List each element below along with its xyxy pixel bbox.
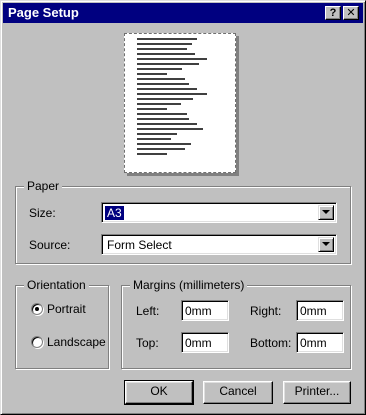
printer-button[interactable]: Printer... bbox=[283, 381, 351, 404]
size-select[interactable]: A3 bbox=[101, 202, 337, 223]
orientation-legend: Orientation bbox=[24, 278, 89, 292]
close-button[interactable]: ✕ bbox=[343, 6, 359, 20]
left-margin-label: Left: bbox=[136, 304, 160, 318]
ok-button[interactable]: OK bbox=[124, 380, 194, 405]
size-label: Size: bbox=[29, 206, 56, 220]
portrait-radio[interactable] bbox=[31, 303, 43, 315]
size-value: A3 bbox=[105, 206, 124, 220]
source-dropdown-arrow-icon[interactable] bbox=[318, 237, 334, 252]
source-select[interactable]: Form Select bbox=[101, 234, 337, 255]
landscape-label[interactable]: Landscape bbox=[47, 335, 106, 349]
orientation-group: Orientation bbox=[15, 278, 109, 369]
preview-text-lines bbox=[137, 38, 217, 158]
bottom-margin-label: Bottom: bbox=[250, 336, 292, 350]
source-value: Form Select bbox=[107, 238, 172, 252]
source-label: Source: bbox=[29, 238, 71, 252]
title-bar[interactable]: Page Setup ? ✕ bbox=[3, 3, 363, 23]
portrait-label[interactable]: Portrait bbox=[47, 302, 86, 316]
landscape-radio[interactable] bbox=[31, 336, 43, 348]
right-margin-label: Right: bbox=[250, 304, 282, 318]
page-preview bbox=[124, 33, 236, 173]
help-button[interactable]: ? bbox=[325, 6, 341, 20]
window-title: Page Setup bbox=[8, 5, 79, 20]
paper-legend: Paper bbox=[24, 179, 63, 193]
cancel-button[interactable]: Cancel bbox=[203, 381, 273, 404]
margins-group: Margins (millimeters) bbox=[121, 278, 351, 369]
right-margin-input[interactable]: 0mm bbox=[296, 300, 344, 321]
size-dropdown-arrow-icon[interactable] bbox=[318, 205, 334, 220]
margins-legend: Margins (millimeters) bbox=[130, 278, 248, 292]
top-margin-input[interactable]: 0mm bbox=[181, 332, 229, 353]
bottom-margin-input[interactable]: 0mm bbox=[296, 332, 344, 353]
top-margin-label: Top: bbox=[136, 336, 159, 350]
left-margin-input[interactable]: 0mm bbox=[181, 300, 229, 321]
page-setup-dialog: Page Setup ? ✕ Paper Size: A3 Source: Fo… bbox=[0, 0, 366, 415]
